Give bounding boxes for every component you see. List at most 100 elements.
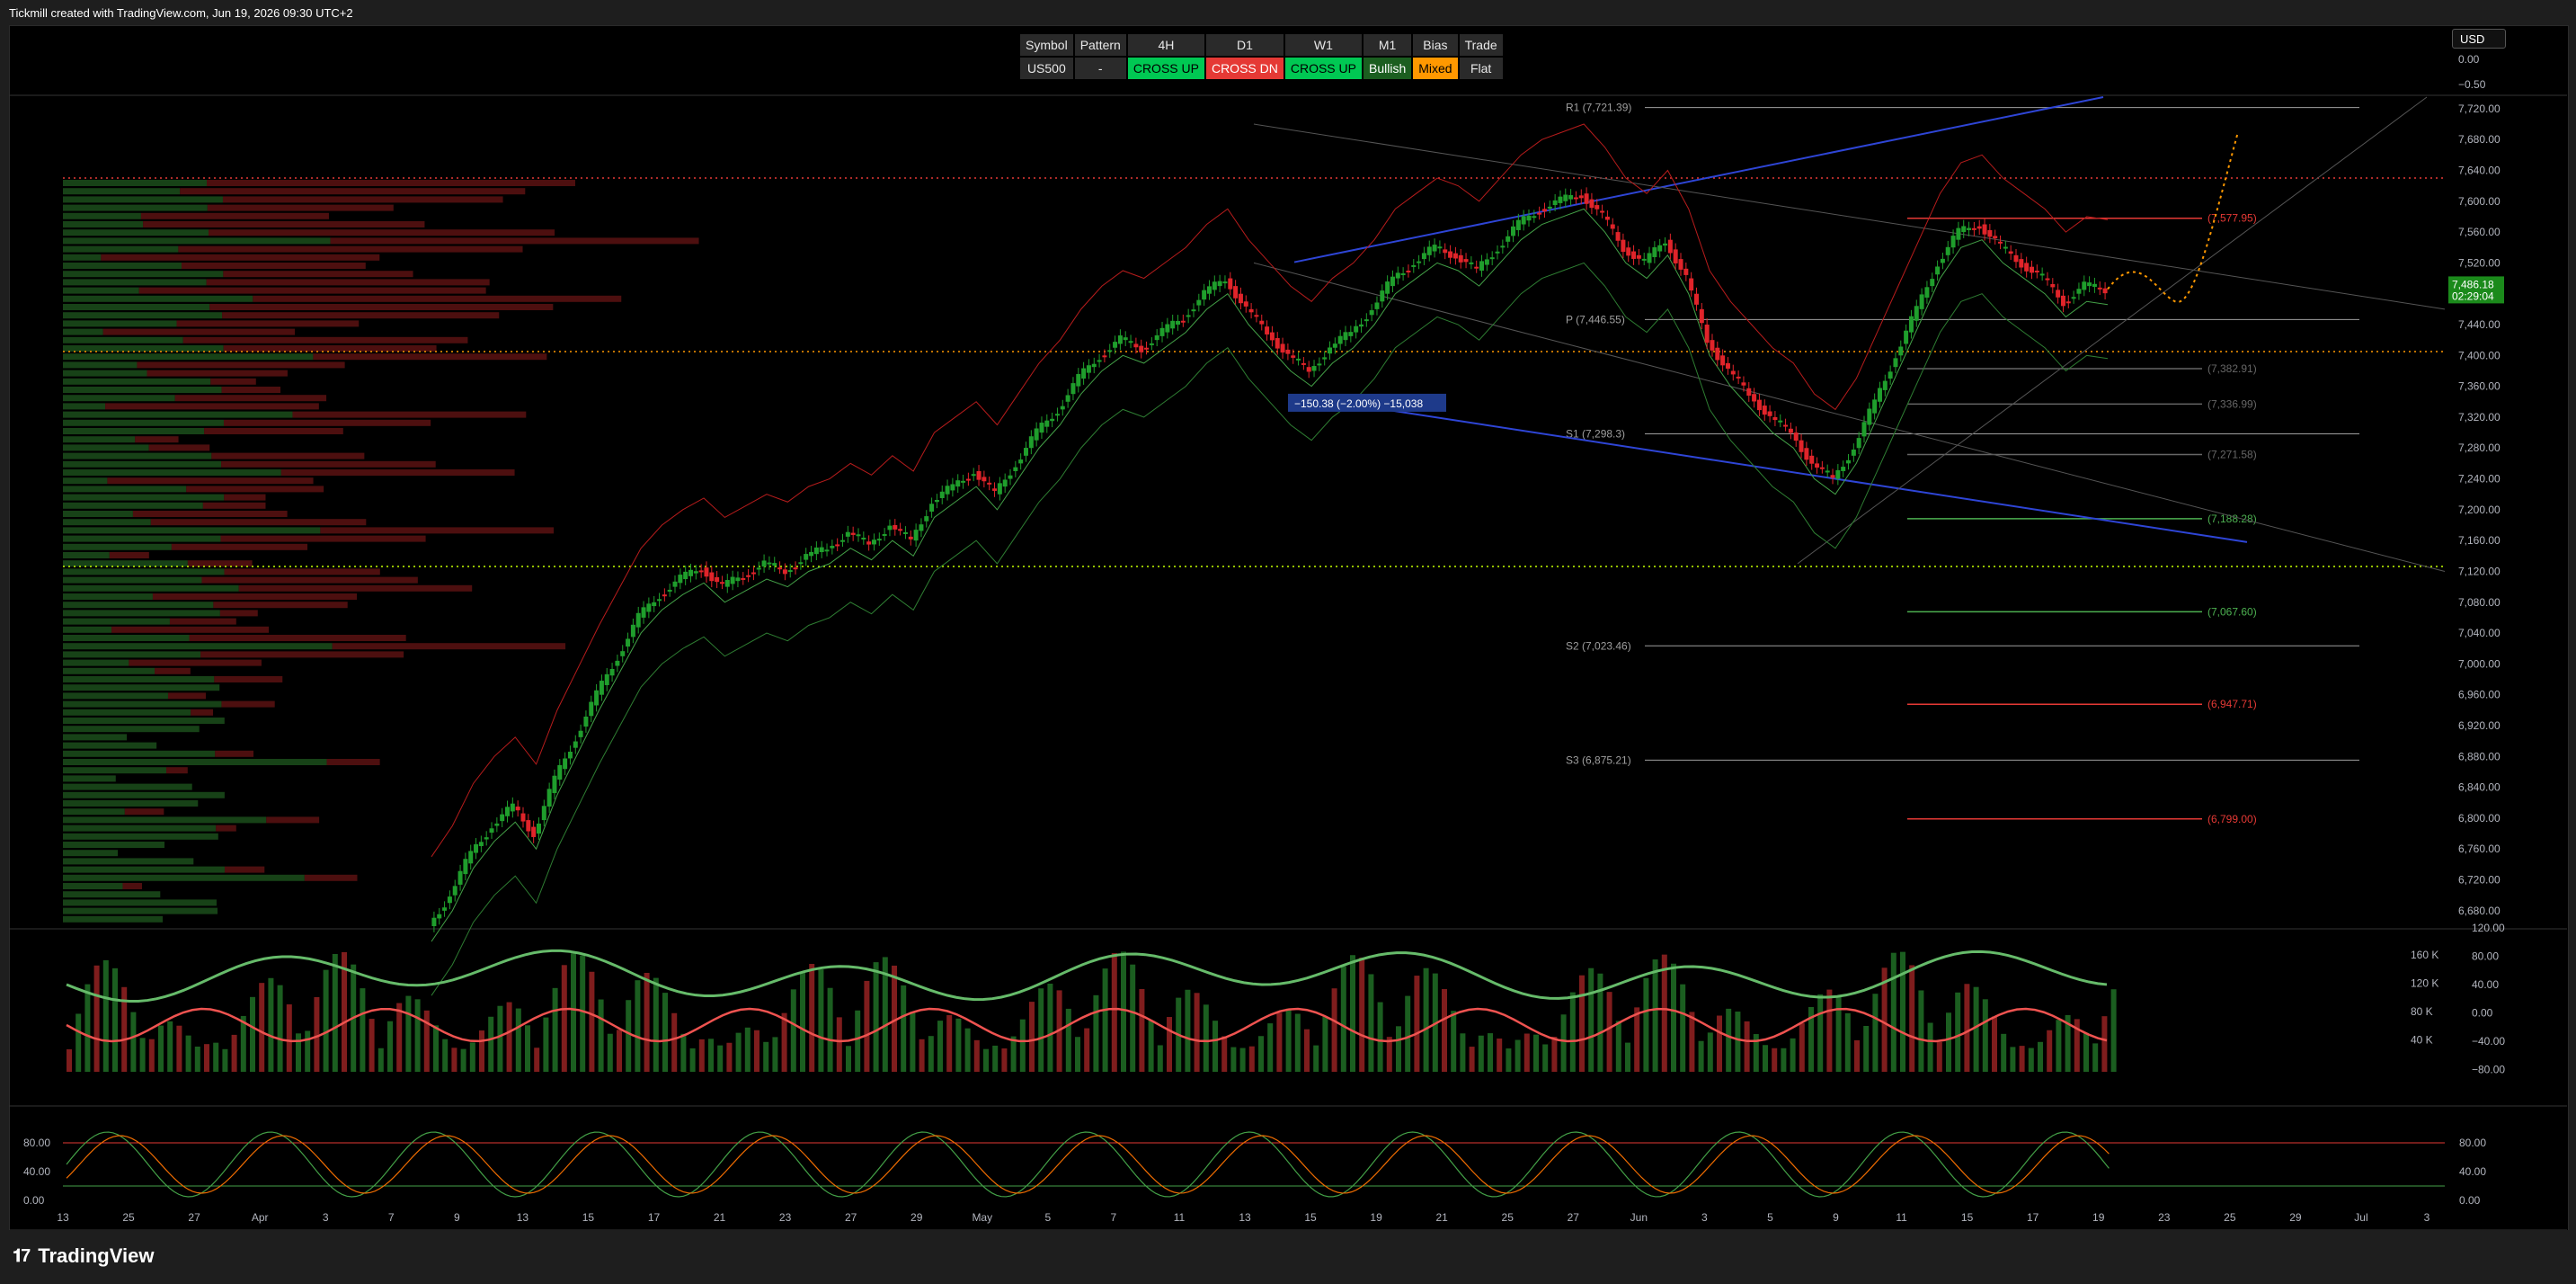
candle-body [1882, 380, 1888, 390]
candle-body [1762, 406, 1767, 415]
volume-bar [1936, 1041, 1942, 1072]
candle-body [1212, 281, 1217, 290]
volume-profile-bar [63, 378, 211, 385]
volume-bar [818, 969, 824, 1072]
candle-body [1400, 273, 1406, 276]
candle-body [1532, 216, 1537, 218]
volume-profile-bar [207, 204, 394, 211]
volume-bar [525, 1025, 530, 1072]
candle-body [2003, 246, 2008, 249]
volume-profile-bar [63, 411, 293, 418]
volume-axis-label: 80 K [2411, 1005, 2433, 1018]
volume-bar [744, 1027, 751, 1072]
volume-profile-bar [137, 361, 345, 369]
volume-bar [2001, 1033, 2007, 1072]
tradingview-logo[interactable]: 𝟏7 TradingView [13, 1244, 154, 1268]
volume-profile-bar [63, 915, 163, 923]
candle-body [2029, 266, 2034, 273]
volume-profile-bar [63, 576, 202, 584]
volume-profile-bar [220, 535, 426, 542]
candle-body [431, 917, 437, 926]
volume-bar [515, 1008, 521, 1072]
x-axis-label: 23 [2158, 1211, 2171, 1224]
volume-profile-bar [222, 312, 500, 319]
candle-body [2065, 301, 2071, 304]
volume-profile-bar [63, 891, 161, 898]
volume-profile-bar [63, 345, 224, 352]
candle-body [557, 764, 563, 780]
candle-body [662, 594, 667, 597]
candle-body [1699, 308, 1704, 324]
volume-profile-bar [150, 519, 367, 526]
candle-body [908, 536, 913, 539]
candle-body [741, 577, 746, 580]
price-axis-label: 7,200.00 [2458, 504, 2500, 516]
candle-body [1888, 371, 1893, 379]
candle-body [1322, 357, 1328, 360]
volume-profile-bar [124, 808, 164, 816]
volume-bar [2019, 1046, 2025, 1072]
volume-bar [754, 1030, 759, 1072]
candle-body [2034, 270, 2039, 272]
stoch-right-axis-label: 40.00 [2459, 1165, 2486, 1178]
x-axis-label: Jun [1630, 1211, 1648, 1224]
volume-profile-bar [122, 883, 143, 889]
candle-body [1343, 332, 1348, 341]
header-trade: Trade [1459, 34, 1503, 56]
volume-profile-bar [63, 304, 210, 310]
volume-profile-bar [204, 428, 343, 434]
candle-body [845, 531, 850, 537]
candle-body [2076, 289, 2082, 294]
candle-body [1165, 324, 1170, 333]
volume-bar [1523, 1033, 1530, 1072]
volume-bar [1597, 973, 1603, 1072]
volume-profile-bar [63, 659, 129, 666]
candle-body [494, 823, 500, 826]
candle-body [1526, 215, 1532, 221]
candle-body [489, 828, 494, 834]
volume-bar [1900, 951, 1905, 1072]
candle-body [887, 525, 893, 531]
volume-bar [1744, 1021, 1750, 1072]
candle-body [1269, 332, 1275, 341]
candle-body [1364, 319, 1369, 322]
volume-bar [1772, 1048, 1778, 1072]
candle-body [1463, 259, 1469, 263]
volume-profile-bar [63, 833, 218, 840]
chart-canvas[interactable]: 0.00 −0.50 7,720.00 7,680.00 7,640.00 7,600.0… [0, 0, 2576, 1284]
candle-body [1128, 341, 1133, 343]
volume-bar [543, 1017, 549, 1072]
candle-body [724, 580, 730, 587]
volume-bar [1955, 992, 1961, 1072]
candle-body [667, 589, 672, 592]
candle-body [856, 534, 861, 537]
candle-body [468, 851, 474, 864]
volume-bar [790, 989, 796, 1072]
currency-selector[interactable]: USD [2452, 29, 2506, 49]
candle-body [1673, 249, 1678, 263]
cell-w1: CROSS UP [1284, 58, 1362, 79]
candle-body [1243, 301, 1248, 307]
candle-body [1908, 316, 1914, 333]
candle-body [950, 484, 955, 491]
candle-body [1683, 268, 1689, 275]
candle-body [1898, 346, 1904, 356]
volume-bar [185, 1035, 191, 1072]
volume-profile-bar [224, 568, 380, 575]
candle-body [1311, 366, 1317, 371]
candle-body [1191, 309, 1196, 312]
volume-profile-bar [63, 336, 183, 343]
candle-body [1358, 324, 1364, 327]
volume-profile-bar [63, 543, 172, 550]
candle-body [1578, 195, 1584, 199]
candle-body [1720, 355, 1726, 366]
candle-body [1861, 422, 1867, 437]
volume-bar [213, 1042, 219, 1072]
candle-body [761, 560, 767, 567]
volume-bar [1451, 1011, 1457, 1072]
candle-body [1693, 293, 1699, 305]
volume-bar [1844, 1012, 1851, 1072]
volume-bar [873, 962, 879, 1072]
volume-bar [2010, 1047, 2016, 1072]
volume-profile-bar [63, 361, 138, 369]
